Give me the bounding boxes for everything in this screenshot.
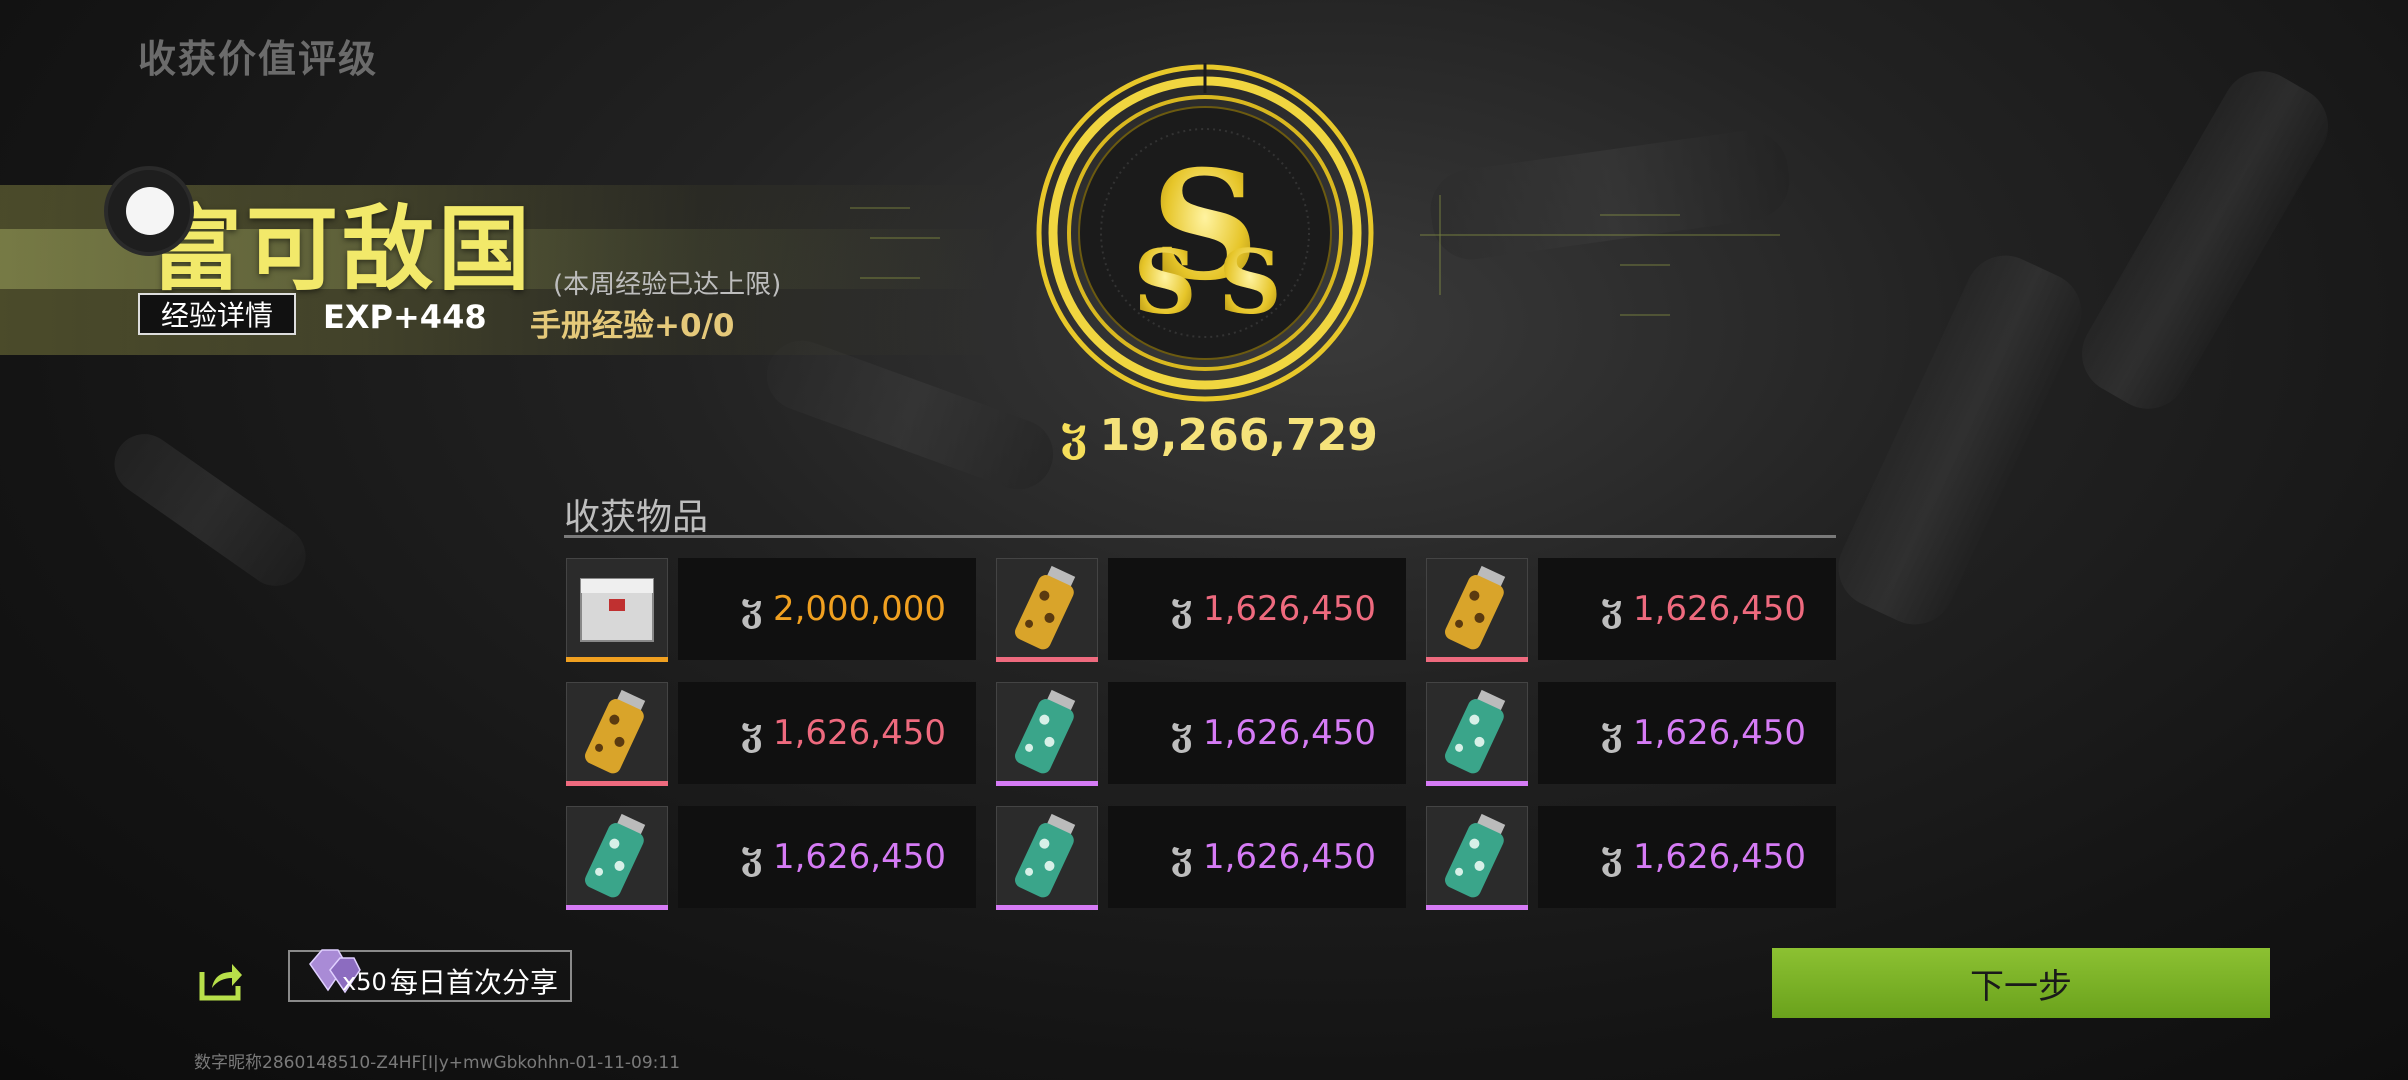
svg-text:S: S [1133, 230, 1197, 334]
item-card[interactable]: ჳ 1,626,450 [1426, 806, 1836, 910]
currency-icon: ჳ [1060, 410, 1088, 461]
spray-can-teal-icon [996, 806, 1098, 908]
background-cartridge [1825, 242, 2095, 638]
item-value-box: ჳ 2,000,000 [678, 558, 976, 660]
share-label: 每日首次分享 [390, 966, 559, 999]
item-value-box: ჳ 1,626,450 [1108, 806, 1406, 908]
item-value-box: ჳ 1,626,450 [678, 806, 976, 908]
total-value-row: ჳ 19,266,729 [1060, 410, 1378, 461]
player-id-watermark: 数字昵称2860148510-Z4HF[I|y+mwGbkohhn-01-11-… [194, 1053, 681, 1073]
item-value-box: ჳ 1,626,450 [1538, 806, 1836, 908]
currency-icon: ჳ [1170, 836, 1193, 878]
next-step-button[interactable]: 下一步 [1772, 948, 2270, 1018]
exp-detail-button[interactable]: 经验详情 [138, 293, 296, 335]
currency-icon: ჳ [1600, 588, 1623, 630]
currency-icon: ჳ [740, 712, 763, 754]
background-cartridge [757, 330, 1063, 500]
spray-can-gold-icon [996, 558, 1098, 660]
page-title: 收获价值评级 [138, 37, 379, 81]
item-card[interactable]: ჳ 2,000,000 [566, 558, 976, 662]
item-card[interactable]: ჳ 1,626,450 [1426, 682, 1836, 786]
daily-share-reward[interactable]: x50 每日首次分享 [288, 949, 572, 1002]
rarity-bar [996, 781, 1098, 786]
currency-icon: ჳ [1170, 588, 1193, 630]
background-cartridge [2067, 56, 2343, 424]
item-value: 1,626,450 [1632, 837, 1806, 877]
currency-icon: ჳ [1170, 712, 1193, 754]
item-card[interactable]: ჳ 1,626,450 [1426, 558, 1836, 662]
spray-can-gold-icon [1426, 558, 1528, 660]
item-value-box: ჳ 1,626,450 [678, 682, 976, 784]
svg-text:S: S [1218, 230, 1282, 334]
exp-gain: EXP+448 [323, 298, 487, 336]
item-value-box: ჳ 1,626,450 [1108, 558, 1406, 660]
currency-icon: ჳ [1600, 836, 1623, 878]
manual-exp: 手册经验+0/0 [530, 308, 735, 344]
spray-can-teal-icon [1426, 682, 1528, 784]
weekly-cap-note: (本周经验已达上限) [553, 270, 782, 300]
item-card[interactable]: ჳ 1,626,450 [996, 806, 1406, 910]
currency-icon: ჳ [740, 588, 763, 630]
background-cartridge [102, 422, 318, 598]
spray-can-teal-icon [996, 682, 1098, 784]
hud-decoration-left [850, 188, 960, 298]
item-value: 1,626,450 [772, 713, 946, 753]
item-value: 1,626,450 [1202, 713, 1376, 753]
rarity-bar [996, 657, 1098, 662]
item-value-box: ჳ 1,626,450 [1108, 682, 1406, 784]
items-grid[interactable]: ჳ 2,000,000 ჳ 1,626,450 ჳ 1,626,450 ჳ 1,626,450… [566, 558, 1836, 938]
item-value-box: ჳ 1,626,450 [1538, 558, 1836, 660]
item-value: 1,626,450 [1632, 589, 1806, 629]
rarity-bar [566, 905, 668, 910]
item-card[interactable]: ჳ 1,626,450 [566, 806, 976, 910]
record-indicator[interactable] [104, 166, 194, 256]
item-value: 1,626,450 [1202, 589, 1376, 629]
rarity-bar [1426, 781, 1528, 786]
currency-icon: ჳ [740, 836, 763, 878]
currency-icon: ჳ [1600, 712, 1623, 754]
spray-can-gold-icon [566, 682, 668, 784]
crate-icon [566, 558, 668, 660]
item-value-box: ჳ 1,626,450 [1538, 682, 1836, 784]
item-card[interactable]: ჳ 1,626,450 [996, 682, 1406, 786]
item-value: 1,626,450 [772, 837, 946, 877]
total-value: 19,266,729 [1099, 410, 1378, 461]
spray-can-teal-icon [566, 806, 668, 908]
spray-can-teal-icon [1426, 806, 1528, 908]
rarity-bar [996, 905, 1098, 910]
gem-count: x50 [342, 968, 387, 996]
items-section-title: 收获物品 [564, 497, 709, 538]
item-card[interactable]: ჳ 1,626,450 [566, 682, 976, 786]
items-section-divider [564, 535, 1836, 538]
item-card[interactable]: ჳ 1,626,450 [996, 558, 1406, 662]
sss-rank-medal-icon: S S S [1036, 63, 1374, 402]
rarity-bar [1426, 657, 1528, 662]
share-icon[interactable] [198, 958, 244, 1002]
item-value: 1,626,450 [1202, 837, 1376, 877]
rarity-bar [566, 657, 668, 662]
rarity-bar [1426, 905, 1528, 910]
rarity-bar [566, 781, 668, 786]
rating-title: 富可敌国 [150, 196, 535, 303]
item-value: 1,626,450 [1632, 713, 1806, 753]
item-value: 2,000,000 [772, 589, 946, 629]
hud-decoration-right [1420, 195, 1780, 335]
